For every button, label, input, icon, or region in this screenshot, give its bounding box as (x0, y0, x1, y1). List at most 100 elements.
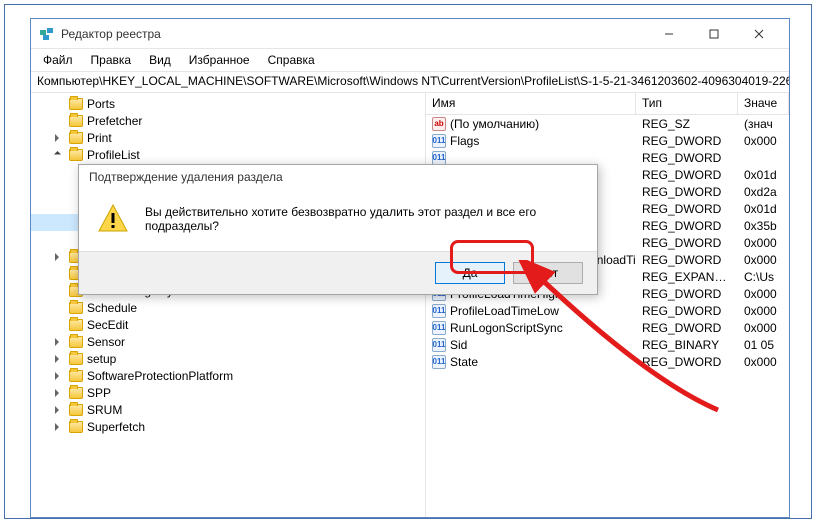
binary-value-icon: 011 (432, 338, 446, 352)
value-type: REG_DWORD (636, 236, 738, 250)
column-data[interactable]: Значе (738, 93, 789, 114)
values-header: Имя Тип Значе (426, 93, 789, 115)
maximize-icon (709, 29, 719, 39)
menu-item[interactable]: Правка (83, 51, 140, 69)
tree-item-label: Print (87, 131, 112, 145)
tree-item[interactable]: Print (31, 129, 425, 146)
value-type: REG_DWORD (636, 287, 738, 301)
tree-item-label: ProfileList (87, 148, 140, 162)
value-type: REG_DWORD (636, 304, 738, 318)
value-type: REG_BINARY (636, 338, 738, 352)
dialog-message: Вы действительно хотите безвозвратно уда… (145, 205, 579, 233)
menu-item[interactable]: Справка (260, 51, 323, 69)
folder-icon (69, 421, 83, 433)
folder-icon (69, 353, 83, 365)
value-type: REG_DWORD (636, 253, 738, 267)
value-data: 0x000 (738, 355, 789, 369)
value-row[interactable]: 011SidREG_BINARY01 05 (426, 336, 789, 353)
value-name: (По умолчанию) (450, 117, 539, 131)
menu-item[interactable]: Вид (141, 51, 179, 69)
value-row[interactable]: 011 Flags REG_DWORD0x000 (426, 132, 789, 149)
folder-icon (69, 404, 83, 416)
folder-icon (69, 132, 83, 144)
confirm-delete-dialog: Подтверждение удаления раздела Вы действ… (78, 164, 598, 295)
value-data: 0x000 (738, 287, 789, 301)
folder-icon (69, 319, 83, 331)
binary-value-icon: 011 (432, 355, 446, 369)
values-panel[interactable]: Имя Тип Значе ab (По умолчанию) REG_SZ(зна… (426, 93, 789, 517)
tree-item-label: SoftwareProtectionPlatform (87, 369, 233, 383)
dialog-title: Подтверждение удаления раздела (79, 165, 597, 193)
value-type: REG_DWORD (636, 168, 738, 182)
tree-item-label: Sensor (87, 335, 125, 349)
close-button[interactable] (736, 20, 781, 48)
folder-icon (69, 387, 83, 399)
binary-value-icon: 011 (432, 304, 446, 318)
tree-item[interactable]: SRUM (31, 401, 425, 418)
address-bar[interactable]: Компьютер\HKEY_LOCAL_MACHINE\SOFTWARE\Mi… (31, 71, 789, 93)
close-icon (754, 29, 764, 39)
tree-item-label: Superfetch (87, 420, 145, 434)
tree-item[interactable]: SoftwareProtectionPlatform (31, 367, 425, 384)
folder-icon (69, 302, 83, 314)
titlebar: Редактор реестра (31, 19, 789, 49)
value-type: REG_DWORD (636, 134, 738, 148)
yes-button[interactable]: Да (435, 262, 505, 284)
tree-item[interactable]: Prefetcher (31, 112, 425, 129)
value-data: 0x01d (738, 202, 789, 216)
tree-item[interactable]: Superfetch (31, 418, 425, 435)
value-data: 0x01d (738, 168, 789, 182)
app-icon (39, 26, 55, 42)
value-data: 0x35b (738, 219, 789, 233)
tree-panel[interactable]: PortsPrefetcherPrintProfileListSSSSSProf… (31, 93, 426, 517)
value-type: REG_DWORD (636, 202, 738, 216)
value-name: Flags (450, 134, 479, 148)
value-data: 0x000 (738, 321, 789, 335)
tree-item[interactable]: Schedule (31, 299, 425, 316)
value-data: 0xd2a (738, 185, 789, 199)
tree-item-label: SPP (87, 386, 111, 400)
warning-icon (97, 203, 129, 235)
tree-item-label: Schedule (87, 301, 137, 315)
tree-item[interactable]: Ports (31, 95, 425, 112)
value-type: REG_EXPAND_SZ (636, 270, 738, 284)
value-name: State (450, 355, 478, 369)
minimize-button[interactable] (646, 20, 691, 48)
value-data: (знач (738, 117, 789, 131)
menu-item[interactable]: Файл (35, 51, 81, 69)
value-row[interactable]: 011RunLogonScriptSyncREG_DWORD0x000 (426, 319, 789, 336)
value-name: RunLogonScriptSync (450, 321, 563, 335)
tree-item-label: Ports (87, 97, 115, 111)
value-data: C:\Us (738, 270, 789, 284)
maximize-button[interactable] (691, 20, 736, 48)
value-type: REG_DWORD (636, 185, 738, 199)
value-name: ProfileLoadTimeLow (450, 304, 559, 318)
tree-item[interactable]: setup (31, 350, 425, 367)
value-data: 0x000 (738, 134, 789, 148)
tree-item[interactable]: SPP (31, 384, 425, 401)
column-type[interactable]: Тип (636, 93, 738, 114)
binary-value-icon: 011 (432, 151, 446, 165)
column-name[interactable]: Имя (426, 93, 636, 114)
value-type: REG_DWORD (636, 355, 738, 369)
value-row[interactable]: 011 ProfileLoadTimeLow REG_DWORD0x000 (426, 302, 789, 319)
binary-value-icon: 011 (432, 134, 446, 148)
menubar: ФайлПравкаВидИзбранноеСправка (31, 49, 789, 71)
no-button[interactable]: Нет (513, 262, 583, 284)
value-type: REG_DWORD (636, 219, 738, 233)
value-name: Sid (450, 338, 467, 352)
minimize-icon (664, 29, 674, 39)
tree-item[interactable]: Sensor (31, 333, 425, 350)
menu-item[interactable]: Избранное (181, 51, 258, 69)
window-title: Редактор реестра (61, 27, 646, 41)
folder-icon (69, 149, 83, 161)
tree-item-label: SRUM (87, 403, 122, 417)
value-row[interactable]: 011 State REG_DWORD0x000 (426, 353, 789, 370)
tree-item[interactable]: ProfileList (31, 146, 425, 163)
value-type: REG_DWORD (636, 321, 738, 335)
string-value-icon: ab (432, 117, 446, 131)
value-row[interactable]: ab (По умолчанию) REG_SZ(знач (426, 115, 789, 132)
value-type: REG_SZ (636, 117, 738, 131)
value-data: 0x000 (738, 304, 789, 318)
tree-item[interactable]: SecEdit (31, 316, 425, 333)
